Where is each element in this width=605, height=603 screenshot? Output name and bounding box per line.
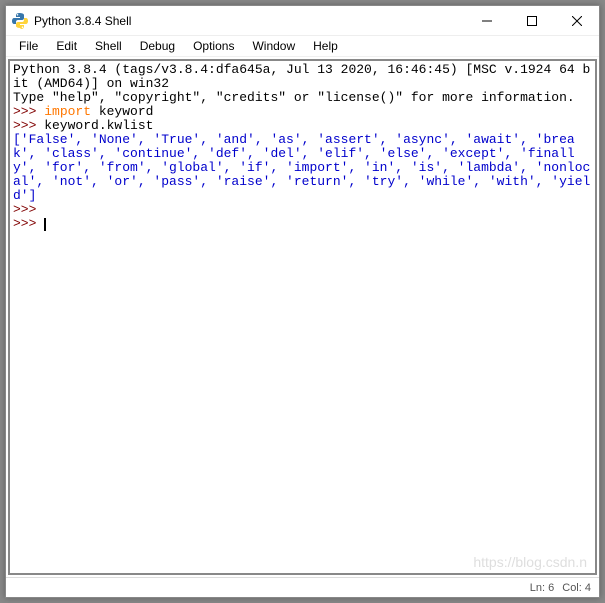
menu-help[interactable]: Help: [304, 37, 347, 55]
titlebar[interactable]: Python 3.8.4 Shell: [6, 6, 599, 36]
python-icon: [12, 13, 28, 29]
prompt: >>>: [13, 118, 36, 133]
status-col: Col: 4: [562, 582, 591, 594]
keyword-import: import: [44, 104, 91, 119]
watermark: https://blog.csdn.n: [473, 555, 587, 569]
menu-edit[interactable]: Edit: [47, 37, 86, 55]
prompt: >>>: [13, 104, 36, 119]
output-list: ['False', 'None', 'True', 'and', 'as', '…: [13, 132, 590, 203]
menu-window[interactable]: Window: [243, 37, 304, 55]
maximize-button[interactable]: [509, 6, 554, 35]
window-controls: [464, 6, 599, 35]
text-cursor: [44, 218, 46, 231]
statusbar: Ln: 6 Col: 4: [6, 577, 599, 597]
menubar: File Edit Shell Debug Options Window Hel…: [6, 36, 599, 57]
banner-line-2: Type "help", "copyright", "credits" or "…: [13, 90, 575, 105]
input-text-1: keyword: [91, 104, 153, 119]
menu-shell[interactable]: Shell: [86, 37, 131, 55]
terminal[interactable]: Python 3.8.4 (tags/v3.8.4:dfa645a, Jul 1…: [8, 59, 597, 575]
status-ln: Ln: 6: [530, 582, 554, 594]
menu-options[interactable]: Options: [184, 37, 243, 55]
minimize-button[interactable]: [464, 6, 509, 35]
close-button[interactable]: [554, 6, 599, 35]
prompt: >>>: [13, 216, 36, 231]
menu-debug[interactable]: Debug: [131, 37, 184, 55]
banner-line-1: Python 3.8.4 (tags/v3.8.4:dfa645a, Jul 1…: [13, 62, 590, 91]
prompt: >>>: [13, 202, 36, 217]
window: Python 3.8.4 Shell File Edit Shell Debug…: [5, 5, 600, 598]
input-text-2: keyword.kwlist: [36, 118, 153, 133]
window-title: Python 3.8.4 Shell: [34, 14, 464, 28]
menu-file[interactable]: File: [10, 37, 47, 55]
